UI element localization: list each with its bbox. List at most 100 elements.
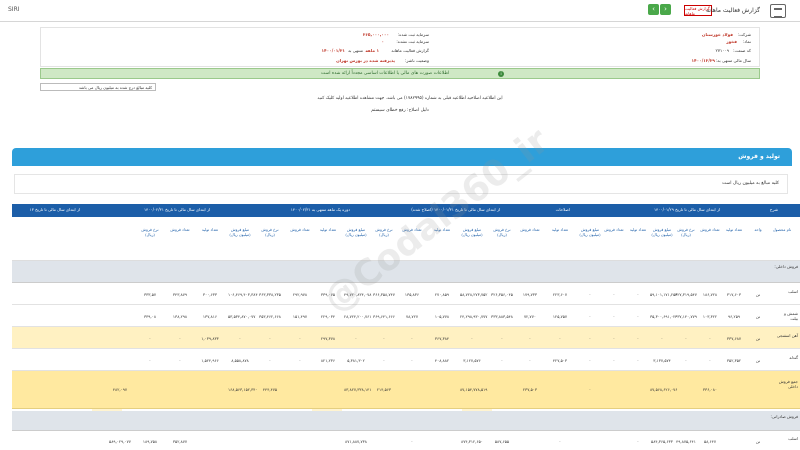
data-cell: ۰ (298, 336, 302, 341)
column-header: نرخ فروش (ریال) (493, 227, 511, 237)
column-header: تعداد تولید (629, 227, 647, 232)
data-cell: ۴۹,۷۲۰,۸۳۴,۰۷۸ (344, 292, 372, 297)
data-cell: ۰ (612, 292, 616, 297)
product-name: گندله (789, 355, 798, 360)
total-cell: ۲۱۴,۵۶۳ (376, 387, 392, 392)
data-cell: ۵,۳۸۱,۳۰۲ (347, 358, 365, 363)
table-row: اسلب تن ۳۱۷,۶۰۳ ۱۸۶,۷۲۸ ۳۲۷,۳۱۹,۵۴۷ ۵۹,۱۰۱,۱۷… (12, 283, 800, 305)
data-cell: ۱۰۵,۷۷۸ (434, 314, 450, 319)
data-cell: ۴۰۸,۸۸۲ (434, 358, 450, 363)
data-cell: ۳۳۳,۸۸۳,۵۴۸ (491, 314, 513, 319)
data-cell: ۰ (500, 336, 504, 341)
group-header-1: از ابتدای سال مالی تا تاریخ ۱۴۰۰/۰۱/۲۹ (653, 207, 720, 212)
data-cell: ۱۸۹,۷۵۸ (142, 439, 158, 444)
data-cell: ۰ (528, 336, 532, 341)
data-cell: ۰ (148, 336, 152, 341)
data-cell: ۱۵۱,۴۹۷ (292, 314, 308, 319)
data-cell: ۰ (684, 358, 688, 363)
column-header: نرخ فروش (ریال) (261, 227, 279, 237)
data-cell: ۷۲,۷۷۰ (523, 314, 536, 319)
codal-logo-icon (770, 4, 786, 18)
data-cell: ۵۸۴,۳۶۵,۶۳۳ (651, 439, 673, 444)
data-cell: ۳۳۷,۱۴۰,۷۷۹ (675, 314, 697, 319)
amendment-reason: دلیل اصلاح: رفع خطای سیستم (371, 108, 429, 113)
fiscal-label: سال مالی منتهی به: (715, 58, 751, 63)
status-label: وضعیت ناشر: (405, 58, 429, 63)
data-cell: ۳۴۳,۸۷۹ (172, 292, 188, 297)
unit-cell: تن (755, 358, 761, 363)
period-end-label: منتهی به (348, 48, 363, 53)
data-cell: ۴۲۷,۵۰۳ (552, 358, 568, 363)
data-cell: ۳۳۳,۵۷ (143, 292, 156, 297)
column-header: نرخ فروش (ریال) (141, 227, 159, 237)
capital-value: ۳۶۵,۰۰۰,۰۰۰ (362, 32, 389, 37)
unit-cell: تن (755, 314, 761, 319)
report-label: گزارش فعالیت ماهانه (391, 48, 429, 53)
description-text: کلیه مبالغ به میلیون ریال است (722, 181, 779, 186)
data-cell: ۰ (410, 336, 414, 341)
table-row: شمش و بیلت تن ۹۶,۲۵۹ ۱۰۳,۳۲۲ ۳۳۷,۱۴۰,۷۷۹ ۳۵,۳… (12, 305, 800, 327)
data-cell: ۰ (298, 358, 302, 363)
data-cell: ۳۶۷,۳۸۴ (434, 336, 450, 341)
data-cell: ۸۷۱,۸۸۷,۷۳۸ (345, 439, 367, 444)
capital-label: سرمایه ثبت شده: (397, 32, 429, 37)
symbol-value: فخوز (726, 39, 737, 44)
total-cell: ۲۳۷,۵۰۳ (522, 387, 538, 392)
capital2-value: ۰ (381, 39, 384, 44)
column-header: تعداد فروش (604, 227, 624, 232)
column-header: تعداد فروش (402, 227, 422, 232)
fiscal-value: ۱۴۰۰/۱۲/۲۹ (691, 58, 715, 63)
group-label: فروش داخلی: (774, 264, 798, 269)
column-header: مبلغ فروش (میلیون ریال) (229, 227, 251, 237)
production-sales-table: شرح از ابتدای سال مالی تا تاریخ ۱۴۰۰/۰۱/… (12, 204, 800, 450)
data-cell: ۰ (558, 439, 562, 444)
group-header-5: از ابتدای سال مالی تا تاریخ ۱۴۰۰/۰۲/۳۱ (143, 207, 210, 212)
symbol-label: نماد: (742, 39, 751, 44)
table-group-header: شرح از ابتدای سال مالی تا تاریخ ۱۴۰۰/۰۱/… (12, 204, 800, 217)
data-cell: ۱,۰۳۹,۸۳۳ (201, 336, 219, 341)
data-cell: ۲۲۳,۶۰۷ (552, 292, 568, 297)
info-alert-bar: اطلاعات صورت های مالی یا اطلاعات اساسی م… (40, 68, 760, 79)
code-label: کد صنعت: (733, 48, 751, 53)
group-header-4: دوره یک ماهه منتهی به ۱۴۰۰/۰۲/۳۱ (290, 207, 350, 212)
amendment-note-link[interactable]: این اطلاعیه اصلاحیه اطلاعیه قبلی به شمار… (260, 96, 560, 101)
data-cell: ۰ (558, 336, 562, 341)
status-value: پذیرفته شده در بورس تهران (336, 58, 395, 63)
data-cell: ۳۳۷,۶۸۷ (726, 336, 742, 341)
data-cell: ۳,۱۲۷,۵۷۶ (463, 358, 481, 363)
total-cell: ۸۷,۱۵۴,۷۷۸,۵۱۹ (460, 387, 488, 392)
chevron-right-icon[interactable]: › (660, 4, 671, 15)
data-cell: ۷۸,۷۲۷ (405, 314, 418, 319)
data-cell: ۱۰۶,۴۶۹,۴۰۳,۳۸۴ (228, 292, 258, 297)
data-cell: ۱۳۷,۸۱۶ (202, 314, 218, 319)
section-title: تولید و فروش (738, 153, 780, 160)
data-cell: ۴۹,۸۷۵,۶۴۱ (676, 439, 696, 444)
data-cell: ۲۷۰,۸۵۹ (434, 292, 450, 297)
alert-text: اطلاعات صورت های مالی یا اطلاعات اساسی م… (321, 71, 450, 76)
data-cell: ۰ (636, 314, 640, 319)
data-cell: ۳۲۶,۳۵۶,۰۴۵ (491, 292, 513, 297)
group-header-6: از ابتدای سال مالی تا تاریخ ۱۳ (29, 207, 80, 212)
table-row: آهن اسفنجی تن ۳۳۷,۶۸۷ ۰ ۰ ۰ ۰ ۰ ۰ ۰ ۰ ۰ ۰ ۳۶۷,۳۸۴ ۰ ۰ ۰ ۲… (12, 327, 800, 349)
data-cell: ۰ (612, 358, 616, 363)
data-cell: ۳۱۷,۶۰۳ (726, 292, 742, 297)
column-header: تعداد فروش (170, 227, 190, 232)
data-cell: ۰ (148, 358, 152, 363)
column-header: تعداد تولید (433, 227, 451, 232)
data-cell: ۸۷۴,۳۱۲,۶۵۰ (461, 439, 483, 444)
column-header: تعداد تولید (551, 227, 569, 232)
group-row-export: فروش صادراتی: (12, 411, 800, 431)
column-header: نرخ فروش (ریال) (375, 227, 393, 237)
column-header: تعداد تولید (201, 227, 219, 232)
data-cell: ۰ (410, 358, 414, 363)
chevron-left-icon[interactable]: ‹ (648, 4, 659, 15)
topbar-left-text: SIRI (8, 6, 20, 13)
total-cell: ۳۳۶,۰۸۰ (702, 387, 718, 392)
column-header: تعداد فروش (700, 227, 720, 232)
data-cell: ۲۹۲,۹۷۸ (292, 292, 308, 297)
data-cell: ۰ (238, 336, 242, 341)
data-cell: ۲۲۹,۰۳۴ (320, 314, 336, 319)
data-cell: ۰ (708, 358, 712, 363)
data-cell: ۳۳۹,۰۷۵ (320, 292, 336, 297)
section-header: تولید و فروش (12, 148, 792, 166)
